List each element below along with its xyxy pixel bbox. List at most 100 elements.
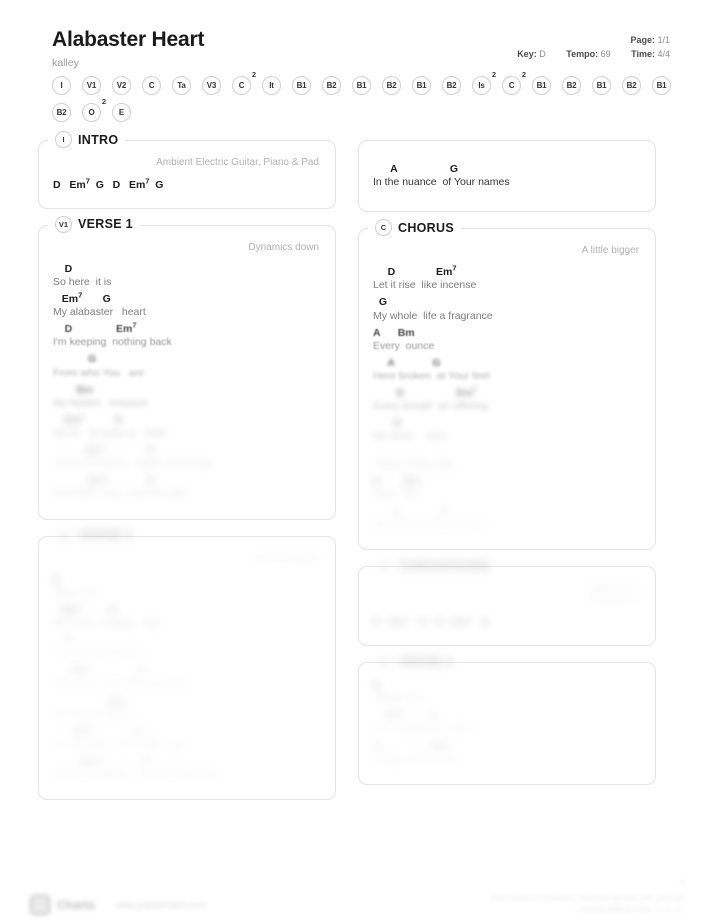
section-intro-lyric-body: A G In the nuance of Your names (358, 140, 656, 213)
lyric-row: No hidden treasure (53, 396, 149, 409)
time-value: 4/4 (657, 48, 670, 59)
lyric-row: There's a lifetime worth of worship (53, 768, 218, 781)
chord-row: D Bm (373, 474, 421, 487)
section-intro-note: Ambient Electric Guitar, Piano & Pad (156, 157, 319, 168)
arrangement-badge-b1-16[interactable]: B1 (532, 76, 551, 95)
arrangement-badge-i-0[interactable]: I (52, 76, 71, 95)
lyric-row: Every breath an offering (373, 400, 488, 413)
arrangement-badge-e-23[interactable]: E (112, 103, 131, 122)
arrangement-badge-strip: I V1 V2 C Ta V3 C 2 It B1 B2 B1 B2 B1 B2 Is 2 C 2 B1 B2 B1 B2 B… (52, 70, 692, 122)
badge-code: V2 (112, 76, 131, 95)
arrangement-badge-ta-4[interactable]: Ta (172, 76, 191, 95)
arrangement-badge-v1-1[interactable]: V1 (82, 76, 101, 95)
badge-code: Ta (172, 76, 191, 95)
section-intro-lyric: A G In the nuance of Your names (358, 140, 656, 213)
arrangement-badge-v2-2[interactable]: V2 (112, 76, 131, 95)
chorus-lines: D Em7 Let it rise like incense G My whole … (373, 264, 641, 531)
arrangement-badge-b2-17[interactable]: B2 (562, 76, 581, 95)
chord-lyric-line: G From who You are (53, 353, 321, 379)
badge-code: I (52, 76, 71, 95)
chord-lyric-line: G My heart cries (373, 417, 641, 443)
badge-code: It (262, 76, 281, 95)
chord-lyric-line: Em7 G Your alabaster cross (373, 708, 641, 735)
chord-row: A G (373, 356, 441, 369)
page-label: Page: (630, 35, 655, 45)
section-badge-intro: I (55, 131, 72, 148)
lyric-row: So here it is (53, 275, 112, 288)
arrangement-badge-c-6[interactable]: C2 (232, 70, 256, 95)
intro-lyric-chords: A G (373, 163, 458, 175)
badge-repeat-count: 2 (521, 70, 526, 79)
chord-row: Em7 G (53, 411, 123, 426)
arrangement-badge-b2-9[interactable]: B2 (322, 76, 341, 95)
page-value: 1/1 (657, 35, 670, 45)
arrangement-badge-b2-13[interactable]: B2 (442, 76, 461, 95)
chord-lyric-line: A Bm Every ounce (373, 327, 641, 353)
arrangement-badge-b2-19[interactable]: B2 (622, 76, 641, 95)
section-chorus: C CHORUS A little bigger D Em7 Let it ris… (358, 219, 656, 551)
arrangement-badge-v3-5[interactable]: V3 (202, 76, 221, 95)
time-group: Time: 4/4 (631, 49, 670, 59)
chord-lyric-line: D Em7 Giving all You are (373, 738, 641, 766)
section-badge-verse3: V3 (375, 653, 392, 671)
chord-row: Em7 G (53, 722, 143, 737)
chord-lyric-line: D The minutes hours (53, 634, 321, 660)
lyric-row: Hear You (373, 487, 420, 500)
badge-code: E (112, 103, 131, 122)
lyric-row: Giving all You are (373, 752, 458, 765)
chart-footer: Charts www.praisecharts.com Music Resour… (30, 894, 684, 915)
arrangement-badge-b1-20[interactable]: B1 (652, 76, 671, 95)
chord-row: A Bm (373, 326, 415, 339)
chord-chart-page: Alabaster Heart kalley Page: 1/1 Key: D … (0, 0, 714, 923)
arrangement-badge-c-15[interactable]: C2 (502, 70, 526, 95)
chord-row: G (373, 296, 388, 309)
lyric-row: The years of endless praise (53, 677, 188, 690)
chord-row: D (373, 679, 381, 692)
chord-row: Em7 G (53, 471, 155, 487)
chord-lyric-line: Em7 G For beyond all I could say (53, 722, 321, 751)
chord-row: D Em7 (373, 384, 477, 400)
lyric-row: The minutes hours (53, 647, 143, 660)
badge-code: V1 (82, 76, 101, 95)
arrangement-badge-c-3[interactable]: C (142, 76, 161, 95)
lyric-row: Here it is (53, 586, 98, 599)
footer-brand-group: Charts www.praisecharts.com (30, 895, 206, 915)
section-chorus-note: A little bigger (581, 245, 639, 257)
arrangement-badge-is-14[interactable]: Is 2 (472, 70, 496, 95)
right-column: A G In the nuance of Your names C CHORUS… (358, 140, 656, 816)
section-turnaround-header: Ta TURNAROUND (368, 557, 498, 575)
left-column: I INTRO Ambient Electric Guitar, Piano &… (38, 131, 336, 816)
chord-lyric-line: Em7 G The years of endless praise (53, 663, 321, 690)
arrangement-badge-b1-18[interactable]: B1 (592, 76, 611, 95)
section-title-verse2: VERSE 2 (78, 528, 133, 543)
arrangement-badge-b2-21[interactable]: B2 (52, 103, 71, 122)
section-verse2-body: Worship again D Here it is Em7 G My every … (38, 535, 336, 801)
key-group: Key: D (517, 49, 546, 59)
badge-code: B2 (52, 103, 71, 122)
chord-lyric-line: A G Here broken at Your feet (373, 357, 641, 383)
section-turnaround-note: Half beat to Soft groove (587, 583, 639, 606)
chord-row: D (53, 634, 73, 647)
badge-code: B1 (292, 76, 311, 95)
chord-lyric-line: D So here it is (53, 263, 321, 289)
badge-repeat-count: 2 (101, 97, 106, 106)
tempo-label: Tempo: (566, 48, 599, 59)
arrangement-badge-o-22[interactable]: O2 (82, 97, 106, 122)
section-badge-turnaround: Ta (375, 557, 392, 575)
arrangement-badge-b1-8[interactable]: B1 (292, 76, 311, 95)
badge-code: O (82, 103, 101, 122)
lyric-row: Never to keep or hold (53, 426, 166, 439)
chord-row: G (53, 353, 97, 366)
arrangement-badge-b1-10[interactable]: B1 (352, 76, 371, 95)
arrangement-badge-it-7[interactable]: It (262, 76, 281, 95)
section-title-chorus: CHORUS (398, 220, 454, 235)
section-verse1-header: V1 VERSE 1 (48, 215, 140, 233)
chord-lyric-line: D Bm Hear You (373, 475, 641, 501)
arrangement-badge-b1-12[interactable]: B1 (412, 76, 431, 95)
chord-lyric-line: D Em7 I'm keeping nothing back (53, 321, 321, 349)
chord-lyric-line: Em7 G My every waiting day (53, 602, 321, 630)
lyric-row: From who You are (53, 366, 145, 379)
tempo-group: Tempo: 69 (566, 49, 610, 59)
lyric-row: Let it rise like incense (373, 279, 477, 292)
arrangement-badge-b2-11[interactable]: B2 (382, 76, 401, 95)
